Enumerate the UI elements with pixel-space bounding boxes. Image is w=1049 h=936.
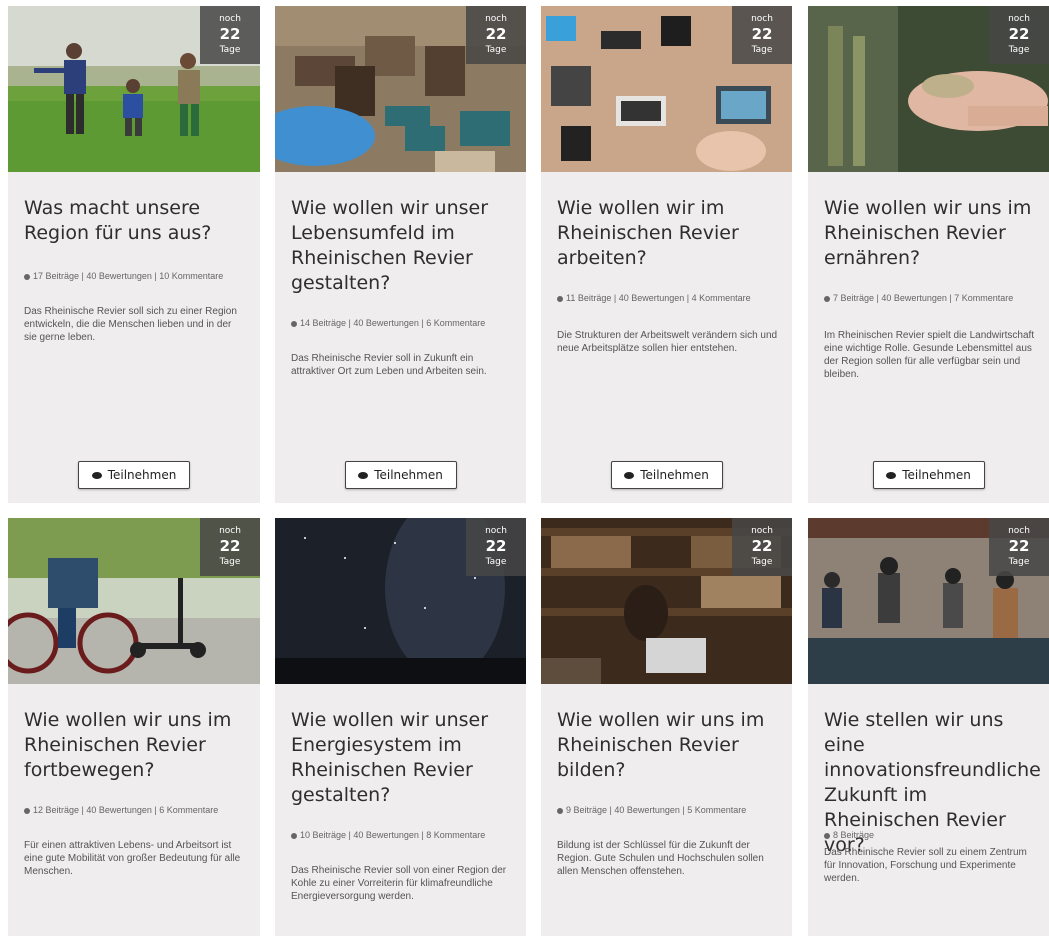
card-title[interactable]: Was macht unsere Region für uns aus?: [24, 196, 246, 246]
stats-icon: [824, 295, 830, 302]
days-left-badge: noch 22 Tage: [732, 6, 792, 64]
badge-unit: Tage: [219, 45, 241, 55]
eye-icon: [91, 471, 102, 479]
days-left-badge: noch 22 Tage: [989, 6, 1049, 64]
join-button[interactable]: Teilnehmen: [344, 461, 457, 489]
card-description: Bildung ist der Schlüssel für die Zukunf…: [557, 840, 764, 877]
challenge-card[interactable]: noch 22 Tage Wie wollen wir im Rheinisch…: [541, 6, 792, 503]
badge-days: 22: [485, 537, 507, 555]
card-meta: 7 Beiträge | 40 Bewertungen | 7 Kommenta…: [824, 292, 1035, 304]
card-meta: 11 Beiträge | 40 Bewertungen | 4 Komment…: [557, 292, 778, 304]
badge-days: 22: [219, 25, 241, 43]
challenge-card[interactable]: noch 22 Tage Wie stellen wir uns eine in…: [808, 518, 1049, 936]
card-meta-text: 9 Beiträge | 40 Bewertungen | 5 Kommenta…: [566, 805, 747, 815]
badge-days: 22: [751, 537, 773, 555]
challenge-card[interactable]: noch 22 Tage Wie wollen wir uns im Rhein…: [8, 518, 260, 936]
badge-prefix: noch: [485, 14, 507, 24]
days-left-badge: noch 22 Tage: [466, 6, 526, 64]
card-meta-text: 8 Beiträge: [833, 830, 875, 840]
challenge-card[interactable]: noch 22 Tage Wie wollen wir unser Energi…: [275, 518, 526, 936]
days-left-badge: noch 22 Tage: [466, 518, 526, 576]
stats-icon: [557, 295, 563, 302]
eye-icon: [886, 471, 897, 479]
join-button-label: Teilnehmen: [902, 468, 971, 482]
card-title[interactable]: Wie wollen wir im Rheinischen Revier arb…: [557, 196, 778, 271]
badge-unit: Tage: [751, 557, 773, 567]
card-meta: 17 Beiträge | 40 Bewertungen | 10 Kommen…: [24, 270, 246, 282]
card-meta: 10 Beiträge | 40 Bewertungen | 8 Komment…: [291, 829, 512, 841]
card-description: Das Rheinische Revier soll von einer Reg…: [291, 865, 507, 902]
card-description: Das Rheinische Revier soll sich zu einer…: [24, 306, 237, 343]
days-left-badge: noch 22 Tage: [200, 6, 260, 64]
badge-prefix: noch: [1008, 14, 1030, 24]
badge-days: 22: [1008, 537, 1030, 555]
card-title[interactable]: Wie wollen wir uns im Rheinischen Revier…: [24, 708, 246, 783]
card-title[interactable]: Wie wollen wir unser Lebensumfeld im Rhe…: [291, 196, 512, 296]
card-description: Die Strukturen der Arbeitswelt verändern…: [557, 330, 778, 354]
card-meta-text: 12 Beiträge | 40 Bewertungen | 6 Komment…: [33, 805, 219, 815]
badge-unit: Tage: [485, 557, 507, 567]
stats-icon: [824, 832, 830, 839]
join-button[interactable]: Teilnehmen: [872, 461, 985, 489]
card-meta-text: 10 Beiträge | 40 Bewertungen | 8 Komment…: [300, 830, 486, 840]
badge-prefix: noch: [751, 526, 773, 536]
stats-icon: [24, 807, 30, 814]
badge-unit: Tage: [219, 557, 241, 567]
badge-days: 22: [219, 537, 241, 555]
days-left-badge: noch 22 Tage: [200, 518, 260, 576]
badge-days: 22: [751, 25, 773, 43]
card-title[interactable]: Wie wollen wir unser Energiesystem im Rh…: [291, 708, 512, 808]
card-description: Im Rheinischen Revier spielt die Landwir…: [824, 330, 1035, 380]
card-meta-text: 11 Beiträge | 40 Bewertungen | 4 Komment…: [566, 293, 751, 303]
card-meta-text: 7 Beiträge | 40 Bewertungen | 7 Kommenta…: [833, 293, 1014, 303]
card-meta: 14 Beiträge | 40 Bewertungen | 6 Komment…: [291, 317, 512, 329]
join-button[interactable]: Teilnehmen: [78, 461, 190, 489]
badge-prefix: noch: [1008, 526, 1030, 536]
stats-icon: [291, 832, 297, 839]
challenge-grid: noch 22 Tage Was macht unsere Region für…: [0, 0, 1049, 936]
card-meta-text: 17 Beiträge | 40 Bewertungen | 10 Kommen…: [33, 271, 224, 281]
badge-prefix: noch: [219, 14, 241, 24]
eye-icon: [358, 471, 369, 479]
card-description: Das Rheinische Revier soll in Zukunft ei…: [291, 353, 487, 377]
join-button[interactable]: Teilnehmen: [610, 461, 723, 489]
badge-prefix: noch: [219, 526, 241, 536]
eye-icon: [624, 471, 635, 479]
card-meta: 9 Beiträge | 40 Bewertungen | 5 Kommenta…: [557, 804, 778, 816]
stats-icon: [557, 807, 563, 814]
challenge-card[interactable]: noch 22 Tage Was macht unsere Region für…: [8, 6, 260, 503]
badge-unit: Tage: [1008, 45, 1030, 55]
join-button-label: Teilnehmen: [107, 468, 177, 482]
badge-unit: Tage: [751, 45, 773, 55]
card-description: Für einen attraktiven Lebens- und Arbeit…: [24, 840, 241, 877]
challenge-card[interactable]: noch 22 Tage Wie wollen wir uns im Rhein…: [541, 518, 792, 936]
badge-prefix: noch: [485, 526, 507, 536]
badge-prefix: noch: [751, 14, 773, 24]
card-meta: 8 Beiträge: [824, 829, 1035, 841]
join-button-label: Teilnehmen: [640, 468, 709, 482]
card-meta-text: 14 Beiträge | 40 Bewertungen | 6 Komment…: [300, 318, 486, 328]
card-description: Das Rheinische Revier soll zu einem Zent…: [824, 847, 1027, 884]
challenge-card[interactable]: noch 22 Tage Wie wollen wir uns im Rhein…: [808, 6, 1049, 503]
stats-icon: [291, 320, 297, 327]
card-title[interactable]: Wie wollen wir uns im Rheinischen Revier…: [557, 708, 778, 783]
stats-icon: [24, 273, 30, 280]
days-left-badge: noch 22 Tage: [732, 518, 792, 576]
card-meta: 12 Beiträge | 40 Bewertungen | 6 Komment…: [24, 804, 246, 816]
days-left-badge: noch 22 Tage: [989, 518, 1049, 576]
badge-days: 22: [485, 25, 507, 43]
card-title[interactable]: Wie wollen wir uns im Rheinischen Revier…: [824, 196, 1035, 271]
join-button-label: Teilnehmen: [374, 468, 443, 482]
challenge-card[interactable]: noch 22 Tage Wie wollen wir unser Lebens…: [275, 6, 526, 503]
badge-days: 22: [1008, 25, 1030, 43]
badge-unit: Tage: [1008, 557, 1030, 567]
badge-unit: Tage: [485, 45, 507, 55]
